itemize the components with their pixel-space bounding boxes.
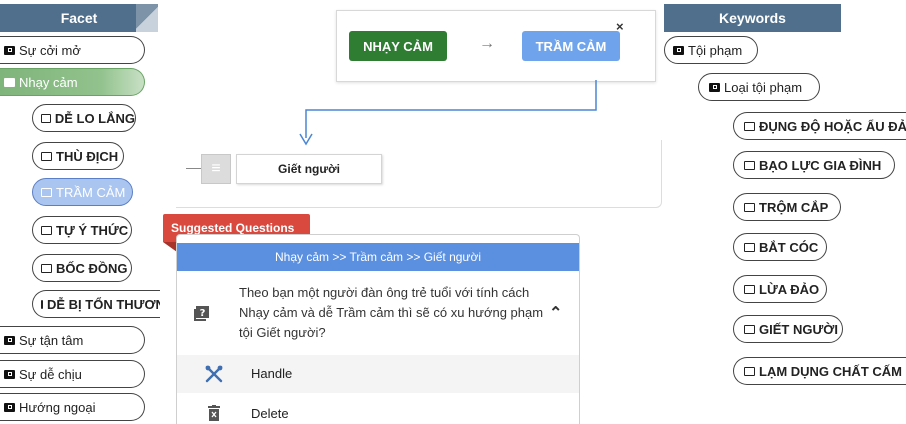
keyword-label: TRỘM CẮP	[759, 199, 829, 215]
facet-item-label: TRẦM CẢM	[56, 184, 126, 200]
menu-item-label: Handle	[251, 366, 293, 381]
node-connector-line	[186, 168, 202, 169]
tag-tram-cam[interactable]: TRẦM CẢM	[522, 31, 620, 61]
keyword-label: BẮT CÓC	[759, 239, 819, 255]
keyword-bat-coc[interactable]: BẮT CÓC	[733, 233, 827, 261]
menu-item-label: Delete	[251, 406, 289, 421]
keyword-bao-luc-gia-dinh[interactable]: BẠO LỰC GIA ĐÌNH	[733, 151, 895, 179]
facet-item-label: DỄ LO LẮNG	[54, 110, 135, 126]
keyword-lua-dao[interactable]: LỪA ĐẢO	[733, 275, 827, 303]
facet-item-tram-cam[interactable]: TRẦM CẢM	[32, 178, 133, 206]
folder-icon	[4, 369, 15, 379]
keyword-label: ĐỤNG ĐỘ HOẶC ẨU ĐẢ	[759, 118, 906, 134]
folder-icon	[4, 402, 15, 412]
facet-item-nhay-cam[interactable]: Nhạy cảm	[0, 68, 145, 96]
node-label: Giết người	[278, 162, 340, 176]
folder-icon	[4, 45, 15, 55]
facet-header-stripe	[136, 4, 158, 32]
keywords-header: Keywords	[664, 4, 841, 32]
facet-item-label: Hướng ngoại	[19, 399, 96, 415]
trash-icon	[208, 405, 220, 421]
node-box[interactable]: Giết người	[236, 154, 382, 184]
keyword-root-label: Tội phạm	[688, 42, 743, 58]
facet-item-label: DỄ BỊ TỔN THƯƠNG	[47, 296, 160, 312]
folder-icon	[41, 113, 51, 123]
facet-item-de-lo-lang[interactable]: DỄ LO LẮNG	[32, 104, 136, 132]
keyword-trom-cap[interactable]: TRỘM CẮP	[733, 193, 841, 221]
keyword-group-loai-toi-pham[interactable]: Loại tội phạm	[698, 73, 820, 101]
suggested-questions-label: Suggested Questions	[171, 221, 295, 235]
chevron-up-icon[interactable]: ⌃	[549, 303, 562, 323]
facet-item-huong-ngoai[interactable]: Hướng ngoại	[0, 393, 145, 421]
keyword-giet-nguoi[interactable]: GIẾT NGƯỜI	[733, 315, 843, 343]
folder-icon	[744, 284, 755, 294]
menu-item-delete[interactable]: Delete	[177, 395, 579, 424]
tools-icon	[205, 365, 223, 383]
suggestions-panel: Nhạy cảm >> Trầm cảm >> Giết người ? The…	[176, 234, 580, 424]
menu-item-handle[interactable]: Handle	[177, 355, 579, 393]
facet-item-de-bi-ton-thuong[interactable]: DỄ BỊ TỔN THƯƠNG	[32, 290, 160, 318]
facet-item-label: Nhạy cảm	[19, 74, 78, 90]
keyword-group-label: Loại tội phạm	[724, 79, 803, 95]
folder-icon	[744, 202, 755, 212]
node-handle[interactable]: ≡	[201, 154, 231, 184]
facet-item-thu-dich[interactable]: THÙ ĐỊCH	[32, 142, 124, 170]
folder-icon	[744, 160, 755, 170]
facet-item-label: Sự cởi mở	[19, 42, 81, 58]
facet-item-tu-y-thuc[interactable]: TỰ Ý THỨC	[32, 216, 132, 244]
folder-icon	[709, 82, 720, 92]
keyword-label: LẠM DỤNG CHẤT CẤM	[759, 363, 902, 379]
facet-item-label: BỐC ĐỒNG	[56, 260, 128, 276]
facet-header-label: Facet	[60, 10, 98, 26]
facet-item-label: THÙ ĐỊCH	[56, 148, 119, 164]
folder-icon	[41, 225, 52, 235]
keywords-header-label: Keywords	[719, 10, 786, 26]
keyword-root-toi-pham[interactable]: Tội phạm	[664, 36, 758, 64]
facet-item-boc-dong[interactable]: BỐC ĐỒNG	[32, 254, 132, 282]
keyword-label: BẠO LỰC GIA ĐÌNH	[759, 157, 882, 173]
breadcrumb-text: Nhạy cảm >> Trầm cảm >> Giết người	[275, 250, 481, 264]
folder-icon	[41, 299, 43, 309]
folder-icon	[4, 335, 15, 345]
keyword-label: GIẾT NGƯỜI	[759, 321, 838, 337]
facet-item-label: Sự dễ chịu	[19, 366, 82, 382]
tab-fold	[163, 242, 177, 252]
facet-item-su-tan-tam[interactable]: Sự tận tâm	[0, 326, 145, 354]
facet-item-su-coi-mo[interactable]: Sự cởi mở	[0, 36, 145, 64]
question-text: Theo bạn một người đàn ông trẻ tuổi với …	[239, 285, 544, 340]
facet-item-label: TỰ Ý THỨC	[56, 222, 129, 238]
folder-icon	[41, 263, 52, 273]
folder-icon	[4, 77, 15, 87]
drag-handle-icon: ≡	[211, 160, 221, 177]
facet-item-su-de-chiu[interactable]: Sự dễ chịu	[0, 360, 145, 388]
breadcrumb: Nhạy cảm >> Trầm cảm >> Giết người	[177, 243, 579, 271]
close-icon[interactable]: ×	[616, 19, 624, 34]
tag-nhay-cam[interactable]: NHẠY CẢM	[349, 31, 447, 61]
arrow-right-icon: →	[479, 35, 495, 52]
folder-icon	[41, 187, 52, 197]
folder-icon	[744, 242, 755, 252]
flow-box: NHẠY CẢM → TRẦM CẢM ×	[336, 10, 656, 82]
question-icon: ?	[194, 306, 209, 321]
question-row[interactable]: ? Theo bạn một người đàn ông trẻ tuổi vớ…	[177, 279, 579, 351]
folder-icon	[673, 45, 684, 55]
svg-text:?: ?	[200, 308, 206, 319]
keyword-label: LỪA ĐẢO	[759, 281, 820, 297]
keyword-dung-do-hoac-au-da[interactable]: ĐỤNG ĐỘ HOẶC ẨU ĐẢ	[733, 112, 906, 140]
folder-icon	[744, 366, 755, 376]
facet-item-label: Sự tận tâm	[19, 332, 84, 348]
folder-icon	[41, 151, 52, 161]
folder-icon	[744, 324, 755, 334]
facet-header: Facet	[0, 4, 158, 32]
folder-icon	[744, 121, 755, 131]
keyword-lam-dung-chat-cam[interactable]: LẠM DỤNG CHẤT CẤM	[733, 357, 906, 385]
